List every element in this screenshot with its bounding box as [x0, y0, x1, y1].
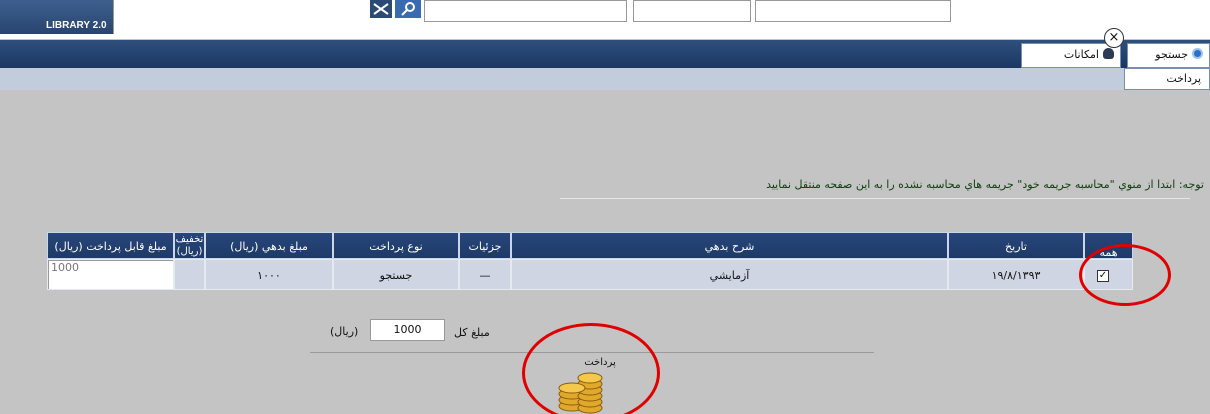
amount-payable-cell: 1000: [47, 259, 174, 290]
advanced-search-icon[interactable]: [370, 0, 392, 18]
total-amount-input[interactable]: 1000: [370, 319, 445, 341]
debt-amount-cell: ۱۰۰۰: [205, 259, 333, 290]
user-name: [1080, 0, 1208, 20]
sub-nav-bar: [0, 68, 1210, 90]
header-debt-description: شرح بدهي: [511, 232, 948, 259]
total-label: مبلغ كل: [454, 326, 490, 339]
amount-payable-input[interactable]: 1000: [48, 260, 173, 289]
header-payment-type: نوع پرداخت: [333, 232, 459, 259]
header-discount: تخفيف (ريال): [174, 232, 205, 259]
total-unit: (ريال): [330, 325, 359, 338]
logo-divider: [113, 0, 114, 34]
debt-description-cell: آزمايشي: [511, 259, 948, 290]
tab-search-label: جستجو: [1155, 48, 1188, 61]
search-icon[interactable]: [395, 0, 421, 18]
header-amount-payable: مبلغ قابل پرداخت (ريال): [47, 232, 174, 259]
search-field-select[interactable]: [633, 0, 751, 22]
search-type-select[interactable]: [755, 0, 951, 22]
date-cell: ۱۹/۸/۱۳۹۳: [948, 259, 1084, 290]
page: LIBRARY 2.0 جستجو امكانات × پرداخت توجه:…: [0, 0, 1210, 414]
annotation-circle-checkbox: [1079, 244, 1171, 306]
library-logo[interactable]: LIBRARY 2.0: [0, 0, 113, 34]
details-cell[interactable]: —: [459, 259, 511, 290]
close-icon[interactable]: ×: [1104, 28, 1124, 48]
fines-table: مبلغ قابل پرداخت (ريال) تخفيف (ريال) مبل…: [47, 232, 1133, 292]
discount-cell: [174, 259, 205, 290]
tab-facilities-label: امكانات: [1063, 48, 1099, 61]
tab-facilities[interactable]: امكانات: [1021, 43, 1121, 68]
notice-divider: [560, 198, 1190, 199]
logo-text: LIBRARY 2.0: [46, 20, 107, 31]
subtab-payment[interactable]: پرداخت: [1124, 68, 1210, 90]
notice-text: توجه: ابتدا از منوي "محاسبه جريمه خود" ج…: [766, 178, 1204, 191]
header-details: جزئيات: [459, 232, 511, 259]
user-icon: [1103, 48, 1114, 59]
header-debt-amount: مبلغ بدهي (ريال): [205, 232, 333, 259]
payment-type-cell: جستجو: [333, 259, 459, 290]
tab-search[interactable]: جستجو: [1127, 43, 1210, 68]
search-input[interactable]: [424, 0, 627, 22]
header-date: تاريخ: [948, 232, 1084, 259]
annotation-circle-pay: [522, 323, 660, 414]
globe-icon: [1192, 48, 1203, 59]
